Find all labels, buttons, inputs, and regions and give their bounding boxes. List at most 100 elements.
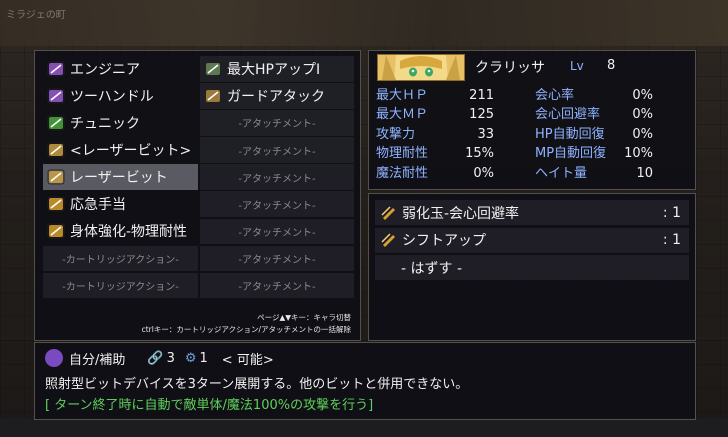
character-name: クラリッサ bbox=[475, 60, 545, 76]
level-label: Lv bbox=[570, 59, 584, 73]
stat-value: 0% bbox=[632, 126, 653, 142]
stat-label: HP自動回復 bbox=[535, 126, 605, 142]
cartridge-action-list: エンジニアツーハンドルチュニック <レーザービット> レーザービット 応急手当身体強化… bbox=[43, 56, 198, 300]
hp-up-icon bbox=[204, 60, 222, 78]
empty-slot[interactable]: -カートリッジアクション- bbox=[43, 272, 198, 299]
slot-label: 最大HPアップⅠ bbox=[227, 61, 321, 78]
empty-slot[interactable]: -アタッチメント- bbox=[200, 245, 354, 272]
skill-slot[interactable]: 身体強化-物理耐性 bbox=[43, 219, 198, 245]
level-value: 8 bbox=[607, 58, 616, 73]
status-panel: クラリッサ Lv 8 最大ＨＰ 211 最大ＭＰ 125 攻撃力 33 物理耐性 15% 魔法耐… bbox=[368, 50, 696, 190]
attachment-list: 最大HPアップⅠ ガードアタック -アタッチメント- -アタッチメント- -アタッチメン… bbox=[200, 56, 354, 300]
two-handle-icon bbox=[47, 87, 65, 105]
stat-label: 最大ＨＰ bbox=[376, 88, 429, 103]
slot-label: -カートリッジアクション- bbox=[62, 254, 179, 266]
target-type: 自分/補助 bbox=[69, 352, 126, 368]
cartridge-icon bbox=[47, 222, 65, 240]
unequip-row[interactable]: - はずす - bbox=[375, 255, 689, 280]
cartridge-icon bbox=[381, 232, 397, 248]
stat-row: ヘイト量 10 bbox=[535, 165, 653, 183]
stat-label: MP自動回復 bbox=[535, 146, 607, 162]
skill-slot[interactable]: ガードアタック bbox=[200, 83, 354, 109]
slot-label: ガードアタック bbox=[227, 88, 325, 105]
empty-slot[interactable]: -カートリッジアクション- bbox=[43, 245, 198, 272]
character-portrait bbox=[377, 54, 465, 81]
description-panel: 自分/補助 🔗 3 ⚙ 1 < 可能> 照射型ビットデバイスを3ターン展開する。… bbox=[34, 342, 696, 420]
item-quantity: : 1 bbox=[662, 232, 681, 248]
item-label: シフトアップ bbox=[402, 233, 486, 249]
skill-panel: エンジニアツーハンドルチュニック <レーザービット> レーザービット 応急手当身体強化… bbox=[34, 50, 361, 341]
stat-row: 最大ＭＰ 125 bbox=[376, 106, 494, 124]
slot-label: -アタッチメント- bbox=[238, 119, 316, 131]
skill-slot[interactable]: エンジニア bbox=[43, 56, 198, 82]
slot-cost-icon: ⚙ bbox=[184, 350, 197, 366]
stat-label: 会心回避率 bbox=[535, 107, 601, 123]
slot-label: -カートリッジアクション- bbox=[62, 282, 179, 294]
slot-label: エンジニア bbox=[70, 61, 140, 78]
skill-effect-line: [ ターン終了時に自動で敵単体/魔法100%の攻撃を行う] bbox=[45, 398, 374, 413]
laser-bit-icon bbox=[47, 141, 65, 159]
hint-ctrl-key: ctrlキー：カートリッジアクション/アタッチメントの一括解除 bbox=[141, 325, 351, 334]
stat-value: 0% bbox=[632, 107, 653, 123]
stat-label: 物理耐性 bbox=[376, 146, 429, 162]
stat-label: 攻撃力 bbox=[376, 126, 416, 142]
stat-label: ヘイト量 bbox=[535, 165, 588, 181]
stat-row: MP自動回復 10% bbox=[535, 145, 653, 163]
cartridge-icon bbox=[381, 205, 397, 221]
empty-slot[interactable]: -アタッチメント- bbox=[200, 137, 354, 163]
slot-label: 応急手当 bbox=[70, 197, 126, 214]
skill-meta-row: 自分/補助 🔗 3 ⚙ 1 < 可能> bbox=[45, 347, 274, 369]
hint-page-keys: ページ▲▼キー：キャラ切替 bbox=[257, 313, 351, 322]
skill-slot[interactable]: <レーザービット> bbox=[43, 137, 198, 163]
laser-bit-icon bbox=[47, 168, 65, 186]
cp-cost-icon: 🔗 bbox=[147, 350, 164, 366]
availability-status: < 可能> bbox=[221, 352, 274, 368]
stat-value: 125 bbox=[469, 107, 494, 123]
slot-label: -アタッチメント- bbox=[238, 173, 316, 185]
slot-label: -アタッチメント- bbox=[238, 227, 316, 239]
skill-description: 照射型ビットデバイスを3ターン展開する。他のビットと併用できない。 bbox=[45, 377, 469, 392]
slot-label: -アタッチメント- bbox=[238, 200, 316, 212]
equipped-item-row[interactable]: シフトアップ : 1 bbox=[375, 227, 689, 253]
stat-label: 魔法耐性 bbox=[376, 165, 429, 181]
stat-row: 最大ＨＰ 211 bbox=[376, 87, 494, 105]
empty-slot[interactable]: -アタッチメント- bbox=[200, 110, 354, 136]
target-type-icon bbox=[45, 349, 63, 367]
slot-label: レーザービット bbox=[70, 170, 168, 187]
empty-slot[interactable]: -アタッチメント- bbox=[200, 164, 354, 190]
skill-slot[interactable]: ツーハンドル bbox=[43, 83, 198, 109]
stat-value: 0% bbox=[473, 165, 494, 181]
stat-row: 会心回避率 0% bbox=[535, 106, 653, 124]
slot-label: -アタッチメント- bbox=[238, 146, 316, 158]
item-quantity: : 1 bbox=[662, 204, 681, 221]
stat-value: 33 bbox=[477, 126, 494, 142]
skill-slot[interactable]: 応急手当 bbox=[43, 191, 198, 217]
equipped-item-row[interactable]: 弱化玉-会心回避率 : 1 bbox=[375, 200, 689, 225]
stat-row: HP自動回復 0% bbox=[535, 126, 653, 144]
stat-value: 211 bbox=[469, 88, 494, 103]
stat-row: 会心率 0% bbox=[535, 87, 653, 105]
item-label: 弱化玉-会心回避率 bbox=[402, 205, 520, 222]
cartridge-icon bbox=[47, 195, 65, 213]
stat-label: 最大ＭＰ bbox=[376, 107, 429, 123]
guard-attack-icon bbox=[204, 87, 222, 105]
engineer-icon bbox=[47, 60, 65, 78]
skill-slot[interactable]: レーザービット bbox=[43, 164, 198, 190]
stat-row: 攻撃力 33 bbox=[376, 126, 494, 144]
tunic-icon bbox=[47, 114, 65, 132]
slot-label: -アタッチメント- bbox=[238, 282, 316, 294]
empty-slot[interactable]: -アタッチメント- bbox=[200, 272, 354, 299]
skill-slot[interactable]: 最大HPアップⅠ bbox=[200, 56, 354, 82]
stat-value: 0% bbox=[632, 88, 653, 103]
empty-slot[interactable]: -アタッチメント- bbox=[200, 191, 354, 218]
equipped-items-panel: 弱化玉-会心回避率 : 1 シフトアップ : 1 - はずす - bbox=[368, 193, 696, 341]
skill-slot[interactable]: チュニック bbox=[43, 110, 198, 136]
stat-row: 魔法耐性 0% bbox=[376, 165, 494, 183]
slot-label: ツーハンドル bbox=[70, 88, 154, 105]
stat-value: 15% bbox=[465, 146, 494, 162]
stat-label: 会心率 bbox=[535, 88, 575, 103]
stat-value: 10 bbox=[636, 165, 653, 181]
empty-slot[interactable]: -アタッチメント- bbox=[200, 218, 354, 245]
item-label: - はずす - bbox=[401, 260, 463, 277]
cp-cost: 3 bbox=[166, 350, 175, 366]
